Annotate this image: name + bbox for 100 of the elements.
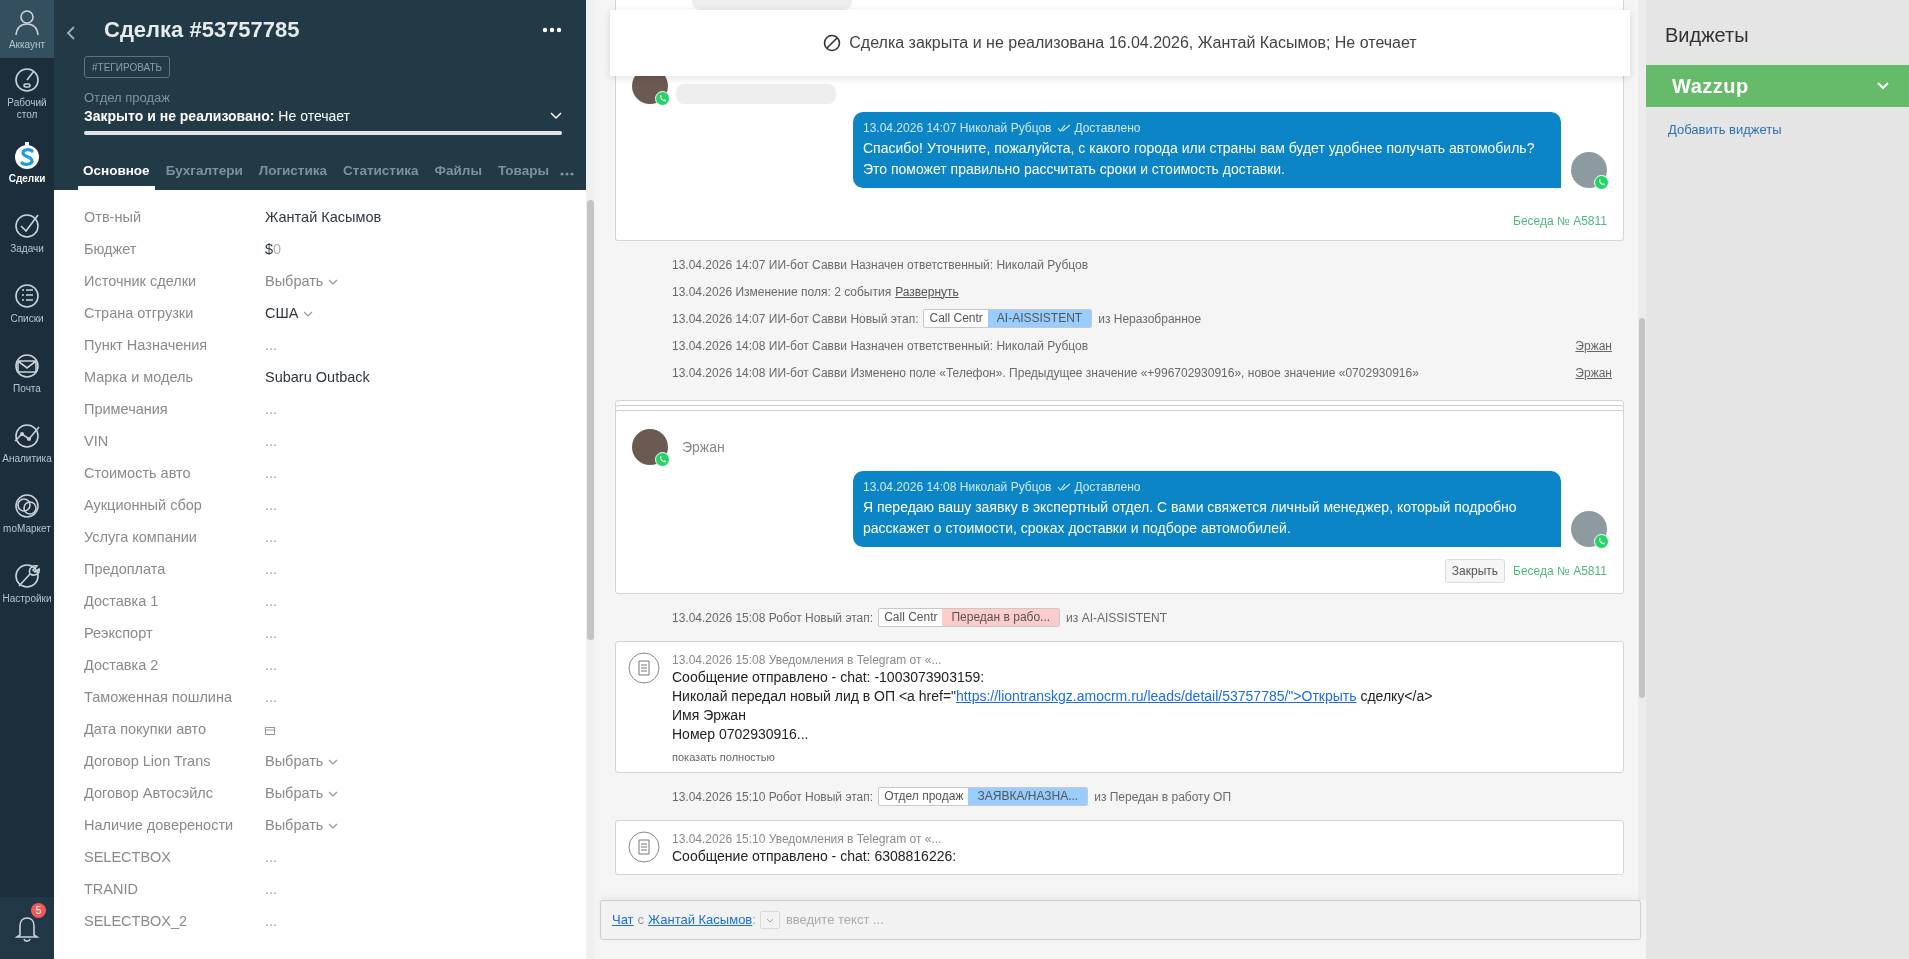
field-label: Пункт Назначения: [84, 336, 209, 356]
field-value[interactable]: ...: [265, 847, 278, 869]
field-label: SELECTBOX: [84, 848, 173, 868]
nav-item[interactable]: Аналитика: [0, 408, 54, 478]
field-label: Страна отгрузки: [84, 304, 195, 324]
chevron-down-icon: [765, 917, 774, 923]
envelope-icon: [13, 351, 41, 381]
field-value[interactable]: ...: [265, 591, 278, 613]
tab[interactable]: Файлы: [429, 156, 487, 190]
field-value[interactable]: ...: [265, 463, 278, 485]
select-dropdown[interactable]: Выбрать: [265, 751, 339, 773]
nav-item[interactable]: Списки: [0, 268, 54, 338]
field-value[interactable]: ...: [265, 431, 278, 453]
event-text: 13.04.2026 15:08 Робот Новый этап:: [672, 609, 874, 627]
tag-button[interactable]: #ТЕГИРОВАТЬ: [84, 56, 171, 78]
field-label: SELECTBOX_2: [84, 912, 189, 932]
wrench-icon: [13, 561, 41, 591]
stage-pipeline: Отдел продаж: [879, 788, 969, 805]
event-text: 13.04.2026 14:08 ИИ-бот Савви Изменено поле «Телефон». Предыдущее значение «+996702930916», новое значение «0702930916»: [672, 364, 1419, 382]
event-text: 13.04.2026 15:10 Робот Новый этап:: [672, 788, 874, 806]
field-value[interactable]: ...: [265, 495, 278, 517]
scrollbar-thumb[interactable]: [587, 200, 594, 640]
document-icon: [628, 831, 660, 863]
url-link[interactable]: https://liontranskgz.amocrm.ru/leads/detail/53757785/">Открыть: [956, 688, 1357, 704]
field-label: Таможенная пошлина: [84, 688, 234, 708]
scrollbar-thumb[interactable]: [1639, 318, 1645, 698]
close-button[interactable]: Закрыть: [1444, 559, 1505, 583]
back-chevron-icon: [65, 25, 77, 41]
field-label: Реэкспорт: [84, 624, 154, 644]
colon-text: :: [752, 911, 756, 930]
field-value[interactable]: Subaru Outback: [265, 367, 370, 389]
nav-item[interactable]: Почта: [0, 338, 54, 408]
message-input[interactable]: введите текст ...: [785, 910, 1629, 930]
expand-link[interactable]: Развернуть: [895, 282, 959, 301]
field-value[interactable]: ...: [265, 399, 278, 421]
chat-input-bar[interactable]: Чат с Жантай Касымов: введите текст ...: [600, 900, 1641, 940]
tab[interactable]: Основное: [78, 156, 155, 190]
field-value[interactable]: ...: [265, 655, 278, 677]
event-text: 13.04.2026 14:08 ИИ-бот Савви Назначен ответственный: Николай Рубцов: [672, 337, 1089, 355]
note-meta: 13.04.2026 15:10 Уведомления в Telegram от «...: [672, 831, 943, 847]
note-text: Николай передал новый лид в ОП <a href="https://liontranskgz.amocrm.ru/leads/detail/53757785/">Открыть сделку</a>: [672, 687, 1433, 706]
field-value[interactable]: ...: [265, 335, 278, 357]
nav-item[interactable]: Сделки: [0, 128, 54, 198]
checkmark-circle-icon: [13, 211, 41, 241]
conversation-link[interactable]: Беседа № A5811: [1513, 562, 1607, 580]
chat-app-icon: [655, 91, 670, 106]
status-dropdown[interactable]: Закрыто и не реализовано: Не отечает: [84, 107, 562, 125]
tab[interactable]: Бухгалтери: [160, 156, 248, 190]
show-more-link[interactable]: показать полностью: [672, 750, 1433, 764]
field-value[interactable]: ...: [265, 879, 278, 901]
banner-text: Сделка закрыта и не реализована 16.04.2026, Жантай Касымов; Не отечает: [849, 33, 1417, 53]
calendar-icon: [265, 725, 275, 735]
field-value[interactable]: Жантай Касымов: [265, 207, 382, 229]
field-label: Договор Lion Trans: [84, 752, 212, 772]
field-value[interactable]: ...: [265, 527, 278, 549]
tab[interactable]: Статистика: [338, 156, 424, 190]
field-value[interactable]: ...: [265, 559, 278, 581]
stage-pipeline: Call Centr: [879, 609, 943, 626]
note-text: Имя Эржан: [672, 706, 747, 725]
widget-header[interactable]: Wazzup: [1646, 65, 1909, 107]
field-label: Источник сделки: [84, 272, 198, 292]
chevron-down-icon: [328, 790, 339, 798]
select-dropdown[interactable]: США: [265, 303, 314, 325]
contact-link[interactable]: Эржан: [1575, 336, 1624, 355]
field-label: VIN: [84, 432, 110, 452]
field-value[interactable]: ...: [265, 911, 278, 933]
select-dropdown[interactable]: Выбрать: [265, 783, 339, 805]
widgets-title: Виджеты: [1664, 23, 1750, 48]
nav-item[interactable]: Задачи: [0, 198, 54, 268]
list-icon: [13, 281, 41, 311]
chat-link[interactable]: Чат: [612, 910, 634, 930]
contact-name: Эржан: [682, 437, 725, 457]
notifications-button[interactable]: 5: [0, 897, 54, 959]
nav-item[interactable]: moМаркет: [0, 478, 54, 548]
stage-name: Передан в рабо...: [942, 609, 1060, 626]
message-meta: 13.04.2026 14:07 Николай Рубцов: [863, 120, 1052, 136]
nav-item[interactable]: Рабочий стол: [0, 58, 54, 128]
contact-link[interactable]: Эржан: [1575, 363, 1624, 382]
field-value[interactable]: 0: [273, 239, 282, 261]
field-label: Примечания: [84, 400, 169, 420]
field-label: Договор Автосэйлс: [84, 784, 214, 804]
select-dropdown[interactable]: Выбрать: [265, 815, 339, 837]
note-meta: 13.04.2026 15:08 Уведомления в Telegram от «...: [672, 652, 943, 668]
select-dropdown[interactable]: Выбрать: [265, 271, 339, 293]
dollar-icon: [13, 141, 41, 171]
tab[interactable]: Товары: [492, 156, 554, 190]
add-widgets-link[interactable]: Добавить виджеты: [1646, 107, 1909, 140]
recipient-dropdown[interactable]: [759, 911, 780, 929]
gauge-icon: [13, 65, 41, 95]
conversation-link[interactable]: Беседа № A5811: [1513, 212, 1607, 230]
chevron-down-icon: [328, 822, 339, 830]
nav-item[interactable]: Настройки: [0, 548, 54, 618]
field-value[interactable]: ...: [265, 687, 278, 709]
tab[interactable]: Логистика: [253, 156, 333, 190]
nav-item[interactable]: Аккаунт: [0, 0, 54, 58]
field-value[interactable]: ...: [265, 623, 278, 645]
more-icon: [560, 172, 574, 176]
message-text: Спасибо! Уточните, пожалуйста, с какого города или страны вам будет удобнее получать автомобиль? Это поможет правильно рассчитать сроки и стоимость доставки.: [863, 139, 1536, 179]
field-label: Доставка 2: [84, 656, 160, 676]
chevron-down-icon: [328, 758, 339, 766]
